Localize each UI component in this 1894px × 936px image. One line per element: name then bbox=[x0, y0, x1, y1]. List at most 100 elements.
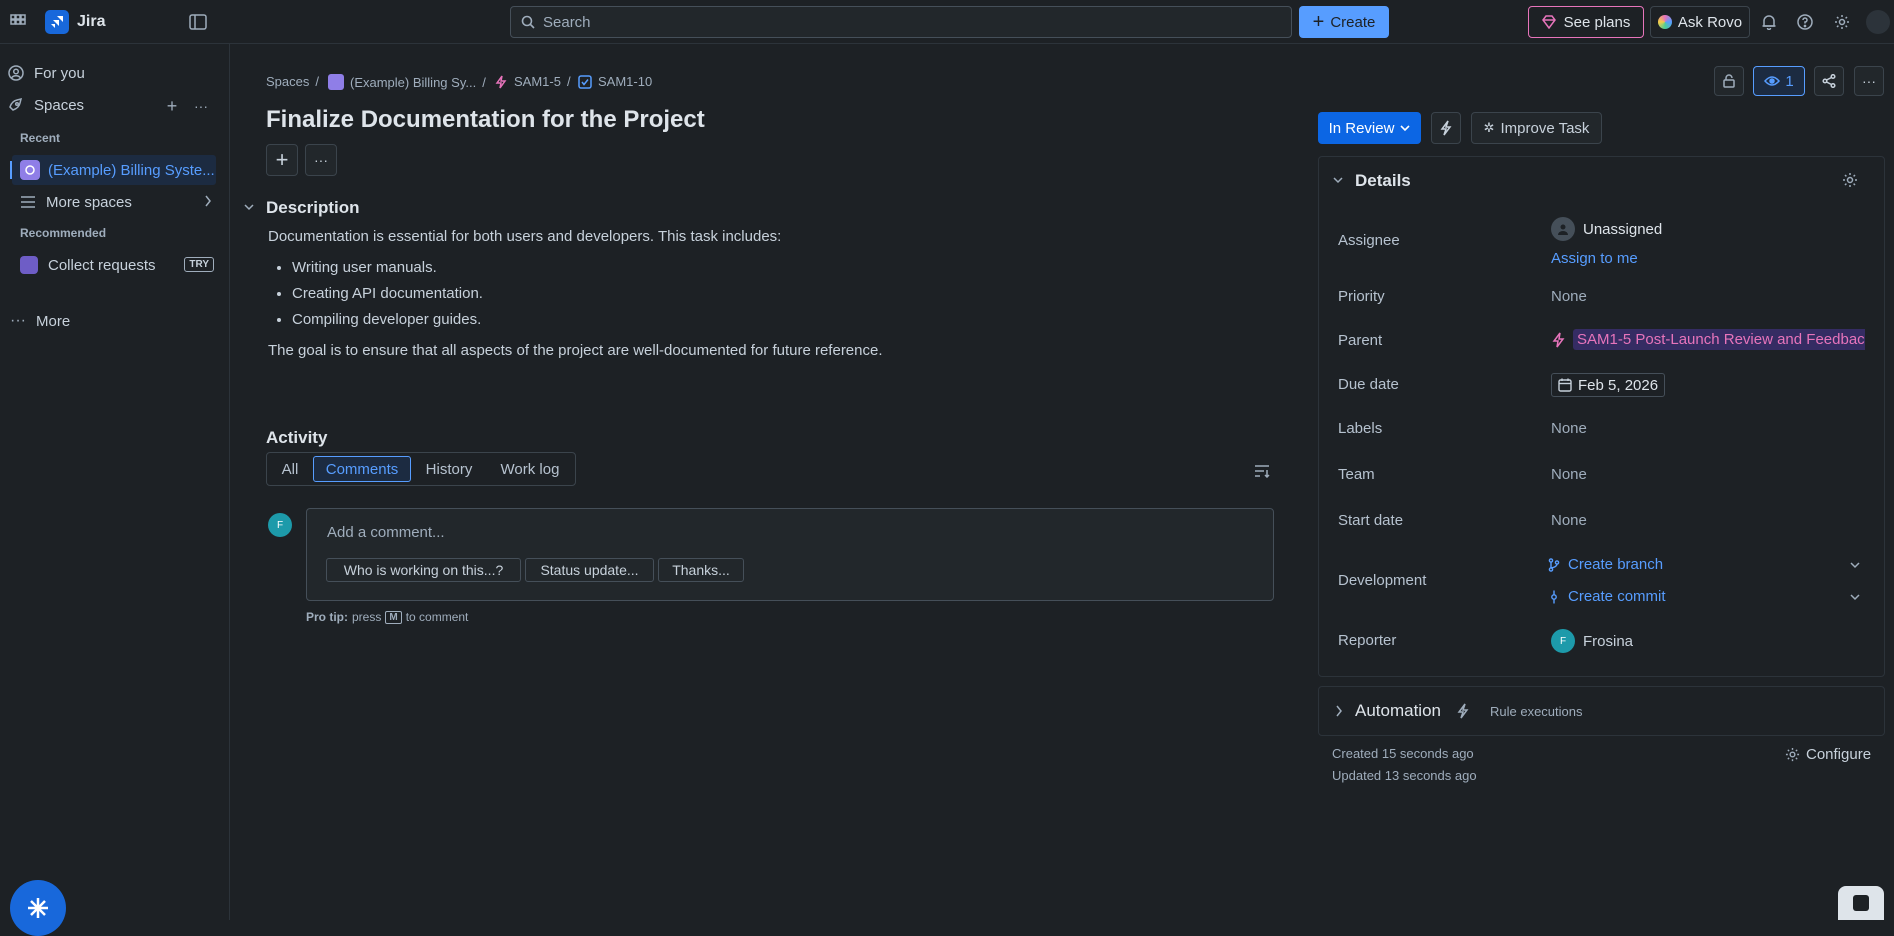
reporter-label: Reporter bbox=[1338, 632, 1397, 649]
breadcrumb-parent[interactable]: SAM1-5 bbox=[514, 74, 561, 89]
sidebar-item-recent-project[interactable]: (Example) Billing Syste... bbox=[10, 155, 216, 185]
sidebar-item-more-spaces[interactable]: More spaces bbox=[20, 187, 216, 217]
parent-label: Parent bbox=[1338, 332, 1383, 349]
sidebar: For you Spaces + ··· Recent (Example) Bi… bbox=[0, 44, 230, 936]
labels-value[interactable]: None bbox=[1551, 420, 1587, 437]
sidebar-item-label: (Example) Billing Syste... bbox=[48, 161, 215, 179]
watch-button[interactable]: 1 bbox=[1753, 66, 1805, 96]
description-toggle-icon[interactable] bbox=[244, 203, 254, 211]
create-branch-link[interactable]: Create branch bbox=[1548, 556, 1862, 573]
sparkle-icon bbox=[26, 896, 50, 920]
app-name: Jira bbox=[77, 13, 106, 30]
suggestion-chip[interactable]: Thanks... bbox=[658, 558, 744, 582]
see-plans-button[interactable]: See plans bbox=[1528, 6, 1644, 38]
suggestion-chip[interactable]: Status update... bbox=[525, 558, 654, 582]
collect-requests-icon bbox=[20, 256, 38, 274]
sidebar-item-spaces[interactable]: Spaces bbox=[8, 90, 84, 120]
more-options-icon[interactable]: ··· bbox=[192, 97, 210, 115]
add-child-button[interactable]: + bbox=[266, 144, 298, 176]
app-switcher-icon[interactable] bbox=[8, 12, 28, 32]
assignee-label: Assignee bbox=[1338, 232, 1400, 249]
updated-timestamp: Updated 13 seconds ago bbox=[1332, 768, 1477, 783]
team-label: Team bbox=[1338, 466, 1375, 483]
description-outro: The goal is to ensure that all aspects o… bbox=[268, 342, 883, 359]
search-icon bbox=[521, 15, 535, 29]
breadcrumb-project[interactable]: (Example) Billing Sy... bbox=[350, 75, 476, 90]
status-label: In Review bbox=[1328, 119, 1395, 137]
lightning-icon bbox=[1457, 703, 1469, 719]
start-date-value[interactable]: None bbox=[1551, 512, 1587, 529]
breadcrumb-issue[interactable]: SAM1-10 bbox=[598, 74, 652, 89]
comment-box[interactable]: Add a comment... bbox=[306, 508, 1274, 601]
sidebar-item-label: More bbox=[35, 312, 71, 330]
unassigned-avatar-icon bbox=[1551, 217, 1575, 241]
chevron-down-icon bbox=[1850, 593, 1860, 601]
details-heading[interactable]: Details bbox=[1355, 171, 1411, 191]
reporter-field[interactable]: F Frosina bbox=[1551, 629, 1633, 653]
sidebar-item-more[interactable]: ··· More bbox=[10, 306, 70, 336]
jira-logo[interactable]: Jira bbox=[45, 10, 105, 34]
assign-to-me-link[interactable]: Assign to me bbox=[1551, 250, 1638, 267]
suggestion-chip[interactable]: Who is working on this...? bbox=[326, 558, 521, 582]
avatar-initial: F bbox=[1559, 635, 1567, 647]
labels-label: Labels bbox=[1338, 420, 1383, 437]
project-avatar-icon bbox=[20, 160, 40, 180]
pro-tip: Pro tip: press M to comment bbox=[306, 610, 468, 624]
sidebar-item-label: More spaces bbox=[46, 193, 132, 211]
reporter-value: Frosina bbox=[1583, 632, 1634, 650]
sidebar-item-collect-requests[interactable]: Collect requests TRY bbox=[20, 250, 216, 280]
settings-icon[interactable] bbox=[1832, 12, 1852, 32]
breadcrumb: Spaces / bbox=[266, 74, 319, 89]
details-toggle-icon[interactable] bbox=[1333, 176, 1343, 184]
ask-rovo-button[interactable]: Ask Rovo bbox=[1650, 6, 1750, 38]
details-settings-icon[interactable] bbox=[1842, 172, 1858, 188]
sidebar-toggle-icon[interactable] bbox=[188, 12, 208, 32]
assignee-value: Unassigned bbox=[1583, 220, 1663, 238]
create-button[interactable]: + Create bbox=[1299, 6, 1389, 38]
priority-value[interactable]: None bbox=[1551, 288, 1587, 305]
tab-work-log[interactable]: Work log bbox=[494, 456, 566, 482]
description-body[interactable]: Documentation is essential for both user… bbox=[268, 228, 1248, 359]
notifications-icon[interactable] bbox=[1759, 12, 1779, 32]
eye-icon bbox=[1764, 75, 1781, 87]
feedback-widget-button[interactable] bbox=[1838, 886, 1884, 920]
tab-comments[interactable]: Comments bbox=[313, 456, 411, 482]
assignee-field[interactable]: Unassigned bbox=[1551, 217, 1662, 241]
tab-history[interactable]: History bbox=[416, 456, 482, 482]
development-label: Development bbox=[1338, 572, 1427, 589]
status-button[interactable]: In Review bbox=[1318, 112, 1421, 144]
chevron-right-icon bbox=[1335, 705, 1343, 717]
page-title[interactable]: Finalize Documentation for the Project bbox=[266, 106, 705, 134]
sort-icon[interactable] bbox=[1254, 464, 1270, 478]
lock-button[interactable] bbox=[1714, 66, 1744, 96]
breadcrumb-project-wrap: (Example) Billing Sy... / bbox=[328, 74, 486, 90]
share-button[interactable] bbox=[1814, 66, 1844, 96]
tab-all[interactable]: All bbox=[272, 456, 308, 482]
chevron-down-icon bbox=[1850, 561, 1860, 569]
list-item: Compiling developer guides. bbox=[292, 311, 1248, 328]
configure-button[interactable]: Configure bbox=[1785, 746, 1871, 763]
help-fab-button[interactable] bbox=[10, 880, 66, 936]
sidebar-item-for-you[interactable]: For you bbox=[8, 58, 85, 88]
help-icon[interactable] bbox=[1795, 12, 1815, 32]
profile-avatar[interactable] bbox=[1866, 10, 1890, 34]
automation-lightning-button[interactable] bbox=[1431, 112, 1461, 144]
create-label: Create bbox=[1330, 13, 1376, 31]
search-input[interactable]: Search bbox=[510, 6, 1292, 38]
team-value[interactable]: None bbox=[1551, 466, 1587, 483]
improve-task-button[interactable]: ✲ Improve Task bbox=[1471, 112, 1602, 144]
start-date-label: Start date bbox=[1338, 512, 1404, 529]
recommended-label: Recommended bbox=[20, 226, 107, 240]
more-actions-button[interactable]: ··· bbox=[305, 144, 337, 176]
more-options-button[interactable]: ··· bbox=[1854, 66, 1884, 96]
due-date-field[interactable]: Feb 5, 2026 bbox=[1551, 373, 1666, 397]
create-commit-link[interactable]: Create commit bbox=[1548, 588, 1862, 605]
add-space-icon[interactable]: + bbox=[163, 96, 181, 116]
avatar: F bbox=[268, 513, 292, 537]
spaces-icon bbox=[8, 97, 24, 113]
parent-field[interactable]: SAM1-5 Post-Launch Review and Feedback bbox=[1551, 329, 1865, 350]
due-date-value: Feb 5, 2026 bbox=[1578, 376, 1659, 394]
description-bullet-list: Writing user manuals. Creating API docum… bbox=[268, 259, 1248, 328]
ask-rovo-label: Ask Rovo bbox=[1677, 13, 1743, 31]
breadcrumb-spaces[interactable]: Spaces bbox=[266, 74, 309, 89]
